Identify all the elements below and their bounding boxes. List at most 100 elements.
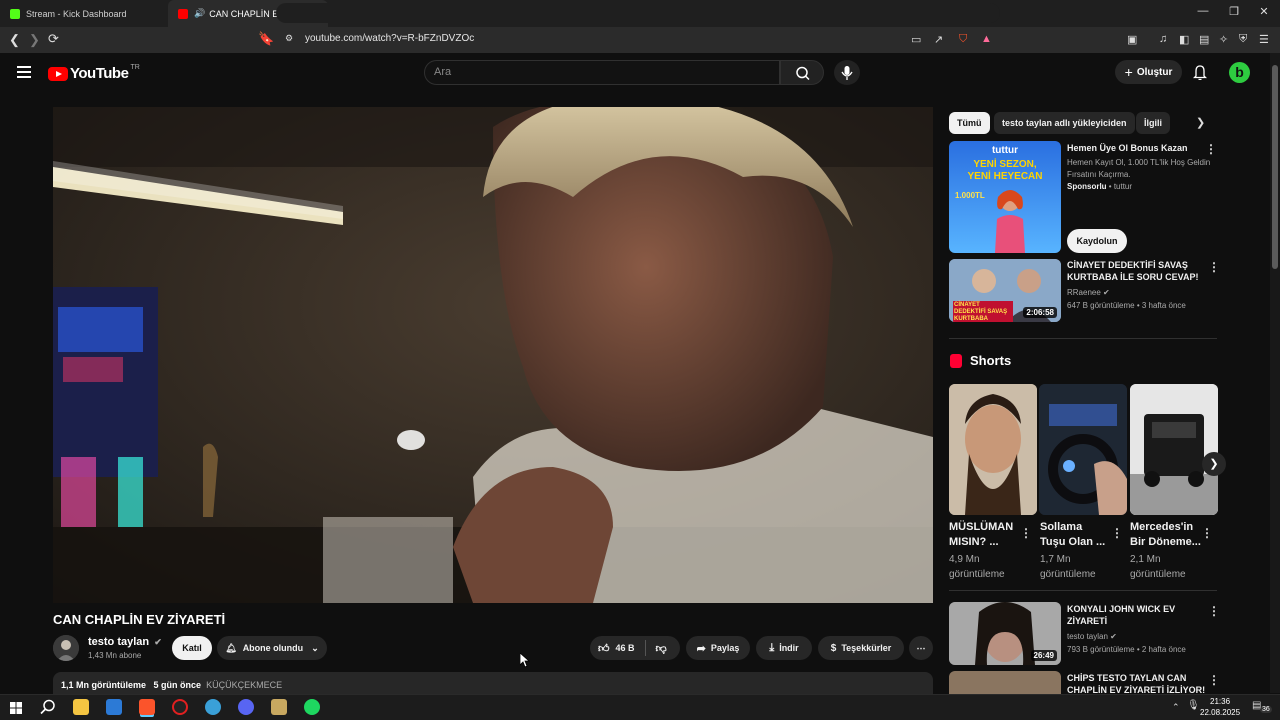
obs-icon[interactable]: [172, 699, 188, 715]
hamburger-menu-icon[interactable]: [17, 66, 31, 78]
short-title-3[interactable]: Mercedes'in Bir Döneme...: [1130, 520, 1201, 550]
cast-icon[interactable]: ▭: [911, 33, 921, 46]
clock-time: 21:36: [1210, 697, 1231, 706]
menu-icon[interactable]: ☰: [1259, 33, 1269, 46]
ad-thumb-line2: YENİ HEYECAN: [967, 171, 1043, 182]
spotify-icon[interactable]: [304, 699, 320, 715]
microphone-tray-icon[interactable]: 🎙︎: [1187, 700, 1200, 711]
rec-title-3[interactable]: CHİPS TESTO TAYLAN CAN CHAPLİN EV ZİYARE…: [1067, 672, 1207, 694]
rec-menu-icon[interactable]: ⋮: [1208, 260, 1220, 274]
description-box[interactable]: 1,1 Mn görüntüleme 5 gün önce KÜÇÜKÇEKME…: [53, 672, 933, 694]
search-input[interactable]: Ara: [434, 66, 451, 78]
notifications-bell-icon[interactable]: [1192, 64, 1208, 83]
thanks-button[interactable]: $ Teşekkürler: [818, 636, 904, 660]
store-icon[interactable]: [106, 699, 122, 715]
back-icon[interactable]: ❮: [9, 32, 20, 48]
short-menu-icon[interactable]: ⋮: [1111, 526, 1123, 540]
sponsored-label: Sponsorlu: [1067, 182, 1107, 191]
share-button[interactable]: ➦ Paylaş: [686, 636, 750, 660]
short-menu-icon[interactable]: ⋮: [1201, 526, 1213, 540]
restore-icon[interactable]: ❐: [1224, 5, 1244, 18]
brave-shield-icon[interactable]: ⛉: [959, 33, 967, 46]
short-title-1[interactable]: MÜSLÜMAN MISIN? ...: [949, 520, 1013, 550]
rec-menu-icon[interactable]: ⋮: [1208, 604, 1220, 618]
screenshot-icon[interactable]: ▣: [1127, 33, 1137, 46]
short-views-unit: görüntüleme: [1040, 569, 1096, 580]
url-field[interactable]: [276, 3, 1000, 23]
create-label: Oluştur: [1136, 66, 1173, 78]
ad-cta-label: Kaydolun: [1076, 236, 1118, 246]
vpn-icon[interactable]: ⛨: [1239, 33, 1247, 46]
close-window-icon[interactable]: ✕: [1254, 5, 1274, 18]
rec-thumbnail-2[interactable]: 26:49: [949, 602, 1061, 665]
rec-channel-1[interactable]: RRaenee ✔: [1067, 287, 1110, 299]
forward-icon[interactable]: ❯: [29, 32, 40, 48]
league-client-icon[interactable]: [271, 699, 287, 715]
taskbar-clock[interactable]: 21:36 22.08.2025: [1200, 696, 1240, 718]
tray-chevron-up-icon[interactable]: ⌃: [1172, 702, 1180, 713]
mouse-cursor-icon: [519, 652, 531, 673]
discord-icon[interactable]: [238, 699, 254, 715]
short-thumbnail-3[interactable]: [1130, 384, 1218, 515]
rec-title-2[interactable]: KONYALI JOHN WICK EV ZİYARETİ: [1067, 603, 1202, 627]
chevron-right-icon[interactable]: ❯: [1196, 116, 1205, 129]
brave-rewards-icon[interactable]: ▲: [981, 33, 992, 45]
rec-thumbnail-1[interactable]: CİNAYET DEDEKTİFİ SAVAŞ KURTBABA 2:06:58: [949, 259, 1061, 322]
wallet-icon[interactable]: ▤: [1199, 33, 1209, 46]
join-button[interactable]: Katıl: [172, 636, 212, 660]
chip-uploader[interactable]: testo taylan adlı yükleyiciden: [994, 112, 1135, 134]
short-thumbnail-1[interactable]: [949, 384, 1037, 515]
short-thumbnail-2[interactable]: [1039, 384, 1127, 515]
channel-avatar[interactable]: [53, 635, 79, 661]
like-icon[interactable]: 👍︎: [598, 642, 610, 655]
taskbar-search-icon[interactable]: [40, 699, 56, 720]
file-explorer-icon[interactable]: [73, 699, 89, 715]
ad-thumbnail[interactable]: tuttur YENİ SEZON, YENİ HEYECAN 1.000TL: [949, 141, 1061, 253]
youtube-logo[interactable]: YouTube TR: [48, 64, 140, 82]
chip-all[interactable]: Tümü: [949, 112, 990, 134]
rec-channel-2[interactable]: testo taylan ✔: [1067, 631, 1117, 643]
windows-taskbar: [0, 694, 1280, 720]
more-actions-button[interactable]: ⋯: [909, 636, 933, 660]
ad-menu-icon[interactable]: ⋮: [1205, 142, 1217, 156]
short-menu-icon[interactable]: ⋮: [1020, 526, 1032, 540]
more-icon: ⋯: [916, 642, 926, 653]
music-icon[interactable]: ♫: [1159, 33, 1167, 45]
subscribed-button[interactable]: 🔔︎ Abone olundu ⌄: [217, 636, 327, 660]
share-label: Paylaş: [710, 643, 740, 653]
rec-thumbnail-3[interactable]: [949, 671, 1061, 694]
video-player[interactable]: [53, 107, 933, 603]
ad-cta-button[interactable]: Kaydolun: [1067, 229, 1127, 253]
leo-ai-icon[interactable]: ✧: [1219, 33, 1228, 46]
share-page-icon[interactable]: ↗: [934, 33, 943, 46]
short-views-unit: görüntüleme: [1130, 569, 1186, 580]
channel-name[interactable]: testo taylan ✔: [88, 636, 162, 648]
create-button[interactable]: + Oluştur: [1115, 60, 1182, 84]
chip-related[interactable]: İlgili: [1136, 112, 1170, 134]
youtube-play-icon: [48, 66, 68, 81]
brave-browser-icon[interactable]: [139, 699, 155, 715]
minimize-icon[interactable]: —: [1193, 5, 1213, 17]
search-box[interactable]: [424, 60, 780, 85]
shorts-next-icon[interactable]: ❯: [1202, 452, 1226, 476]
rec-title-1[interactable]: CİNAYET DEDEKTİFİ SAVAŞ KURTBABA İLE SOR…: [1067, 259, 1202, 283]
sidebar-toggle-icon[interactable]: ◧: [1179, 33, 1189, 46]
reload-icon[interactable]: ⟳: [48, 31, 59, 47]
search-icon: [796, 66, 810, 81]
dislike-icon[interactable]: 👎︎: [656, 642, 667, 655]
scrollbar-thumb[interactable]: [1272, 65, 1278, 269]
voice-search-button[interactable]: [834, 60, 860, 85]
like-count[interactable]: 46 B: [616, 643, 635, 653]
search-button[interactable]: [780, 60, 824, 85]
windows-start-icon[interactable]: [10, 701, 22, 719]
app-icon[interactable]: [205, 699, 221, 715]
site-info-icon[interactable]: ⚙: [285, 33, 293, 44]
download-button[interactable]: ⤓ İndir: [756, 636, 812, 660]
bookmark-icon[interactable]: 🔖: [258, 31, 274, 47]
short-title-2[interactable]: Sollama Tuşu Olan ...: [1040, 520, 1105, 550]
rec-menu-icon[interactable]: ⋮: [1208, 673, 1220, 687]
location-tag[interactable]: KÜÇÜKÇEKMECE: [206, 680, 282, 690]
account-avatar[interactable]: b: [1229, 62, 1250, 83]
ad-title[interactable]: Hemen Üye Ol Bonus Kazan: [1067, 142, 1207, 154]
browser-tab-kick[interactable]: Stream - Kick Dashboard: [0, 0, 168, 27]
